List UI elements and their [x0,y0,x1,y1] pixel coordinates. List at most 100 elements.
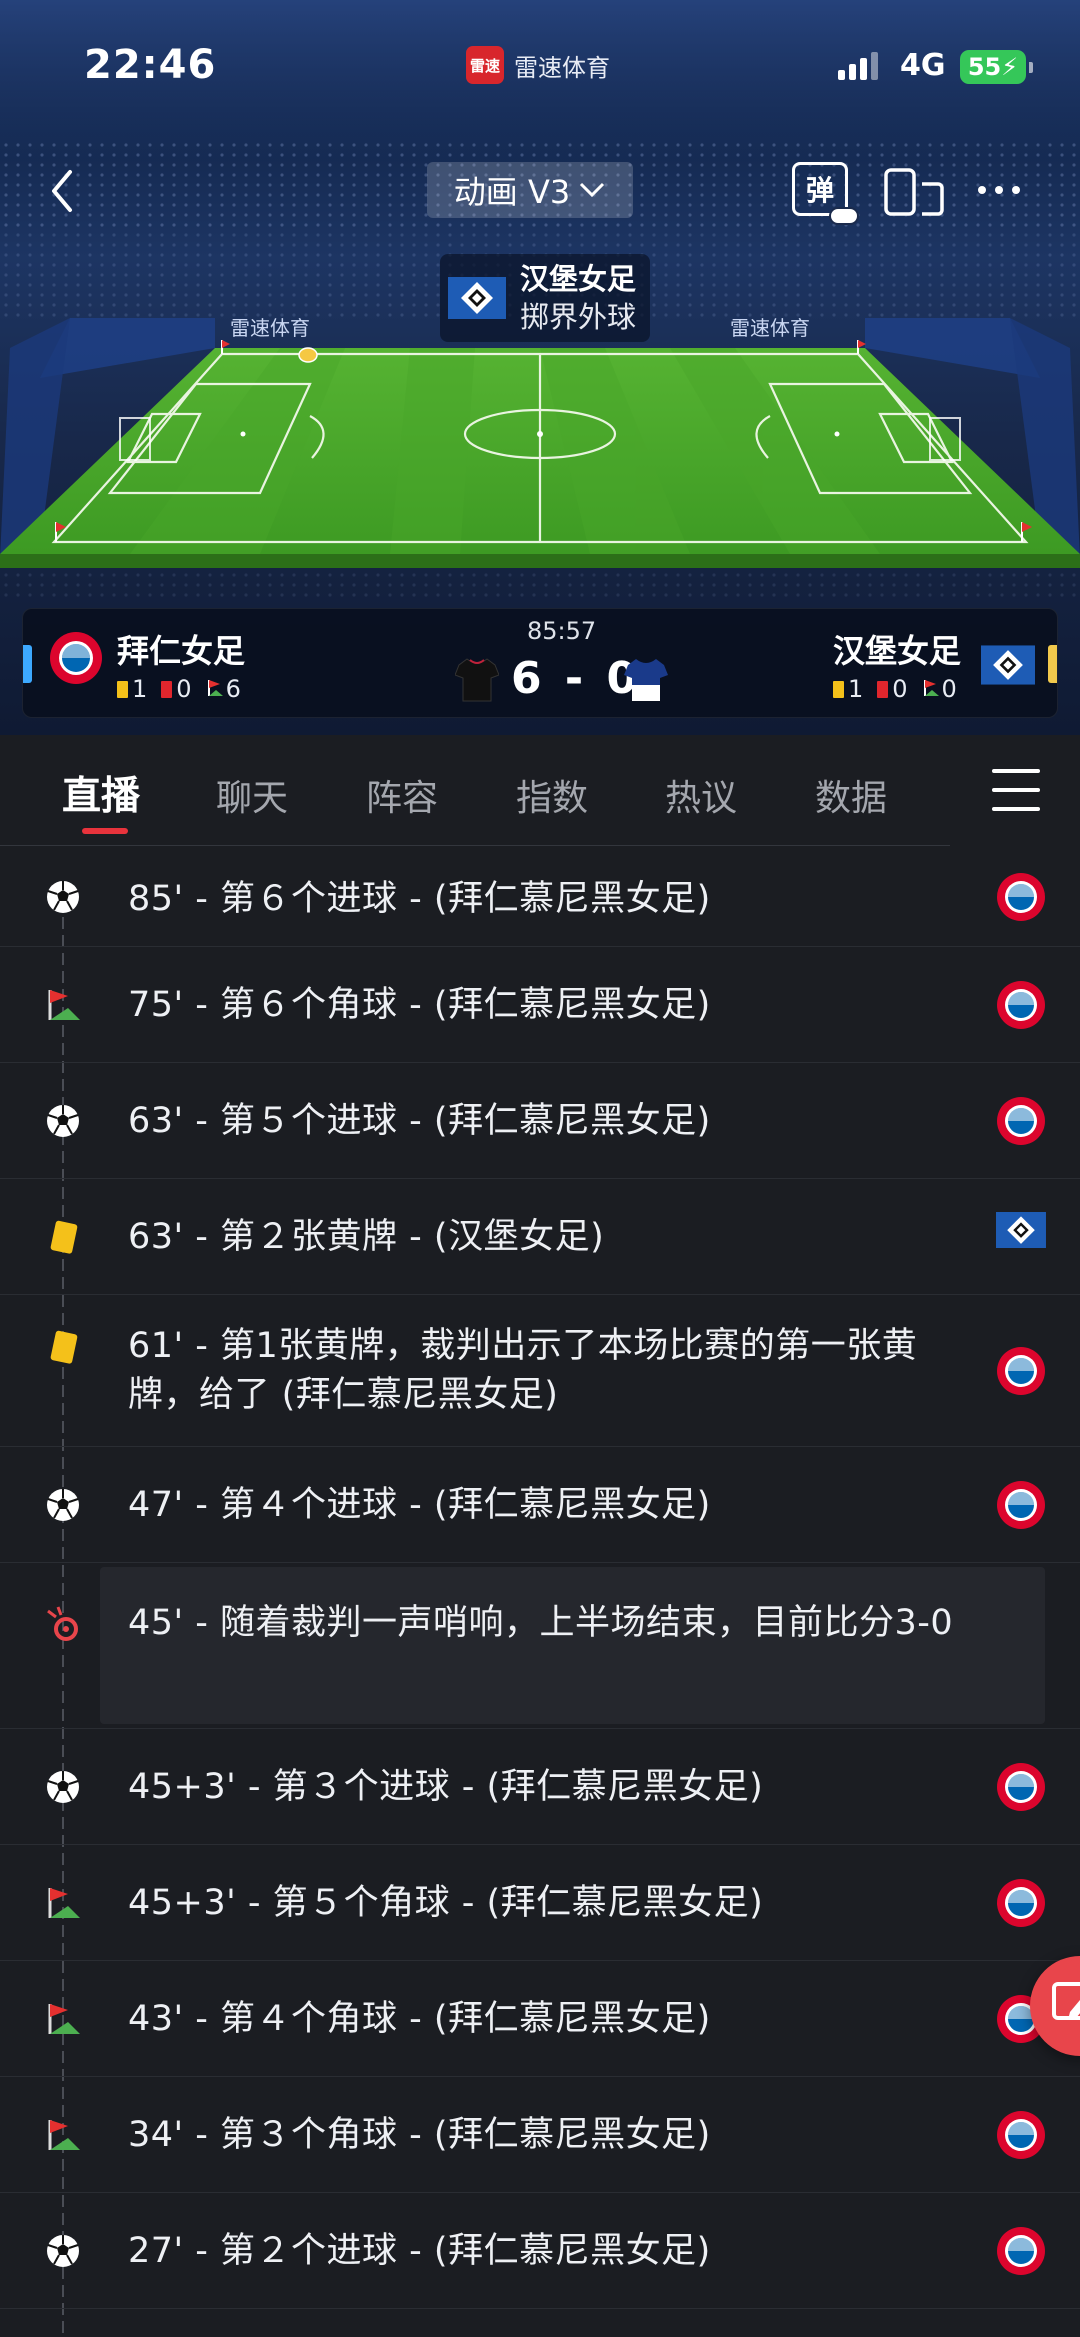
goal-icon [44,1486,82,1524]
goal-icon [44,1102,82,1140]
away-jersey-icon [624,659,668,701]
tab-bar: 直播 聊天 阵容 指数 热议 数据 [0,735,1080,847]
event-description: 45+3' - 第３个进球 - (拜仁慕尼黑女足) [128,1767,764,1807]
tab-live[interactable]: 直播 [62,765,140,821]
goal-icon [44,878,82,916]
match-animation-area: 22:46 雷速 雷速体育 4G 55 ⚡ 动画 V3 弹 汉堡女足 掷界外球 … [0,0,1080,735]
hsv-logo-icon [996,1212,1046,1262]
match-score: 6 - 0 [511,653,642,704]
timeline-event-row[interactable]: 85' - 第６个进球 - (拜仁慕尼黑女足) [0,847,1080,947]
animation-mode-selector[interactable]: 动画 V3 [427,162,633,218]
corner-icon [44,1884,82,1922]
tab-odds[interactable]: 指数 [516,769,588,821]
home-yellow-count: 1 [132,675,148,703]
battery-level: 55 [967,53,1002,81]
bayern-logo-icon [996,2110,1046,2160]
back-icon[interactable] [44,166,84,216]
event-tag-team: 汉堡女足 [520,262,637,296]
tab-stats[interactable]: 数据 [815,769,887,821]
event-description: 63' - 第２张黄牌 - (汉堡女足) [128,1217,605,1257]
yellow-card-icon [117,681,128,698]
home-jersey-icon [455,658,499,702]
away-corner-count: 0 [941,675,957,703]
app-indicator: 雷速 雷速体育 [466,46,610,84]
away-team-name: 汉堡女足 [832,632,961,670]
away-team-stats: 1 0 0 [832,675,961,703]
timeline-event-row[interactable]: 45+3' - 第３个进球 - (拜仁慕尼黑女足) [0,1729,1080,1845]
event-description: 47' - 第４个进球 - (拜仁慕尼黑女足) [128,1485,711,1525]
menu-icon[interactable] [992,769,1040,811]
away-accent-bar [1048,645,1057,683]
timeline-event-row[interactable]: 43' - 第４个角球 - (拜仁慕尼黑女足) [0,1961,1080,2077]
event-description: 61' - 第1张黄牌，裁判出示了本场比赛的第一张黄牌，给了 (拜仁慕尼黑女足) [128,1326,918,1415]
app-name: 雷速体育 [514,53,610,82]
away-team[interactable]: 汉堡女足 1 0 0 [832,631,1035,703]
yellow-card-icon [44,1218,82,1256]
yellow-card-icon [832,681,844,698]
red-card-icon [161,681,173,698]
hsv-logo-icon [981,645,1035,685]
tab-lineup[interactable]: 阵容 [366,769,438,821]
more-options-icon[interactable] [978,186,1020,194]
divider [0,845,950,846]
home-accent-bar [23,645,32,683]
home-team[interactable]: 拜仁女足 1 0 6 [49,631,245,703]
bayern-logo-icon [996,2226,1046,2276]
bayern-logo-icon [996,1480,1046,1530]
red-card-icon [877,681,889,698]
network-type: 4G [900,48,946,83]
corner-flag-icon [923,680,939,696]
timeline-event-row[interactable]: 45+3' - 第５个角球 - (拜仁慕尼黑女足) [0,1845,1080,1961]
tab-discussion[interactable]: 热议 [665,769,737,821]
timeline-event-row[interactable]: 63' - 第２张黄牌 - (汉堡女足) [0,1179,1080,1295]
corner-flag-icon [207,680,223,696]
home-team-stats: 1 0 6 [117,675,245,703]
timeline-event-row[interactable]: 27' - 第２个进球 - (拜仁慕尼黑女足) [0,2193,1080,2309]
status-bar: 22:46 雷速 雷速体育 4G 55 ⚡ [0,0,1080,135]
corner-icon [44,2000,82,2038]
football-pitch: 雷速体育 雷速体育 [0,318,1080,568]
match-clock: 85:57 [527,617,597,645]
whistle-icon [44,1605,82,1643]
event-description: 34' - 第３个角球 - (拜仁慕尼黑女足) [128,2115,711,2155]
scoreboard: 拜仁女足 1 0 6 85:57 6 - 0 汉堡女足 1 0 0 [22,608,1058,718]
toggle-icon [829,207,859,225]
goal-icon [44,1768,82,1806]
hsv-logo-icon [448,277,506,319]
signal-icon [838,52,878,80]
bayern-logo-icon [996,1878,1046,1928]
bayern-logo-icon [996,1346,1046,1396]
bayern-logo-icon [50,632,102,684]
event-description: 43' - 第４个角球 - (拜仁慕尼黑女足) [128,1999,711,2039]
timeline-event-row[interactable]: 34' - 第３个角球 - (拜仁慕尼黑女足) [0,2077,1080,2193]
away-red-count: 0 [892,675,908,703]
goal-icon [44,2232,82,2270]
away-yellow-count: 1 [847,675,864,703]
tab-chat[interactable]: 聊天 [216,769,288,821]
timeline-event-row[interactable]: 75' - 第６个角球 - (拜仁慕尼黑女足) [0,947,1080,1063]
ad-board-text: 雷速体育 [230,318,310,340]
timeline-event-row[interactable]: 61' - 第1张黄牌，裁判出示了本场比赛的第一张黄牌，给了 (拜仁慕尼黑女足) [0,1295,1080,1447]
rotate-screen-icon[interactable] [882,166,946,218]
event-description: 27' - 第２个进球 - (拜仁慕尼黑女足) [128,2231,711,2271]
bayern-logo-icon [996,980,1046,1030]
danmu-toggle-button[interactable]: 弹 [792,162,859,225]
event-description: 45' - 随着裁判一声哨响，上半场结束，目前比分3-0 [128,1603,954,1643]
app-logo: 雷速 [466,46,504,84]
corner-icon [44,2116,82,2154]
event-description: 85' - 第６个进球 - (拜仁慕尼黑女足) [128,879,711,919]
timeline-event-row[interactable]: 47' - 第４个进球 - (拜仁慕尼黑女足) [0,1447,1080,1563]
timeline-event-row[interactable]: 45' - 随着裁判一声哨响，上半场结束，目前比分3-0 [0,1563,1080,1729]
mode-label: 动画 V3 [453,173,571,211]
chevron-down-icon [580,182,605,198]
bayern-logo-icon [996,872,1046,922]
home-corner-count: 6 [225,675,241,703]
battery-icon: 55 ⚡ [960,50,1033,84]
home-red-count: 0 [176,675,192,703]
event-description: 75' - 第６个角球 - (拜仁慕尼黑女足) [128,985,711,1025]
ad-board-text: 雷速体育 [730,318,810,340]
bayern-logo-icon [996,1096,1046,1146]
bayern-logo-icon [996,1762,1046,1812]
timeline-event-row[interactable]: 63' - 第５个进球 - (拜仁慕尼黑女足) [0,1063,1080,1179]
yellow-card-icon [44,1328,82,1366]
